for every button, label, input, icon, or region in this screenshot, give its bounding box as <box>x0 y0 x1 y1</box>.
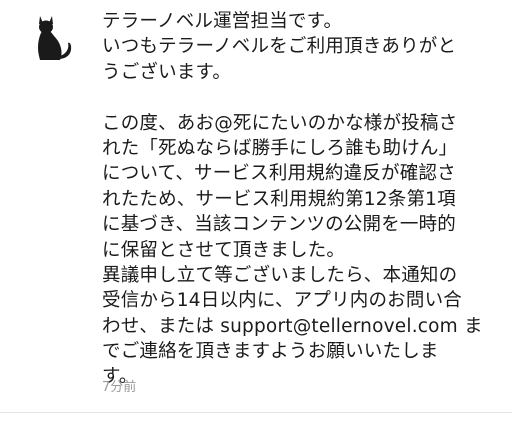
timestamp: 7分前 <box>102 380 137 395</box>
message-line: 異議申し立て等ございましたら、本通知の <box>102 264 458 286</box>
message-line: いつもテラーノベルをご利用頂きありがと <box>102 36 457 58</box>
message-line: でご連絡を頂きますようお願いいたしま <box>102 341 439 363</box>
message-line: れた「死ぬならば勝手にしろ誰も助けん」 <box>102 137 458 159</box>
message-line: わせ、または support@tellernovel.com ま <box>102 315 483 337</box>
message-line: れたため、サービス利用規約第12条第1項 <box>102 188 456 210</box>
message-line: に基づき、当該コンテンツの公開を一時的 <box>102 214 457 236</box>
divider <box>0 412 512 413</box>
message-line: に保留とさせて頂きました。 <box>102 239 346 261</box>
notification-item[interactable]: テラーノベル運営担当です。 いつもテラーノベルをご利用頂きありがと うございます… <box>0 0 512 422</box>
message-line: す。 <box>102 366 138 388</box>
message-line: この度、あお@死にたいのかな様が投稿さ <box>102 112 458 134</box>
message-line: うございます。 <box>102 61 232 83</box>
cat-silhouette-icon <box>30 12 78 62</box>
message-line: について、サービス利用規約違反が確認さ <box>102 163 456 185</box>
message-line: テラーノベル運営担当です。 <box>102 11 343 32</box>
message-line: 受信から14日以内に、アプリ内のお問い合 <box>102 290 462 312</box>
notification-message: テラーノベル運営担当です。 いつもテラーノベルをご利用頂きありがと うございます… <box>102 9 507 390</box>
